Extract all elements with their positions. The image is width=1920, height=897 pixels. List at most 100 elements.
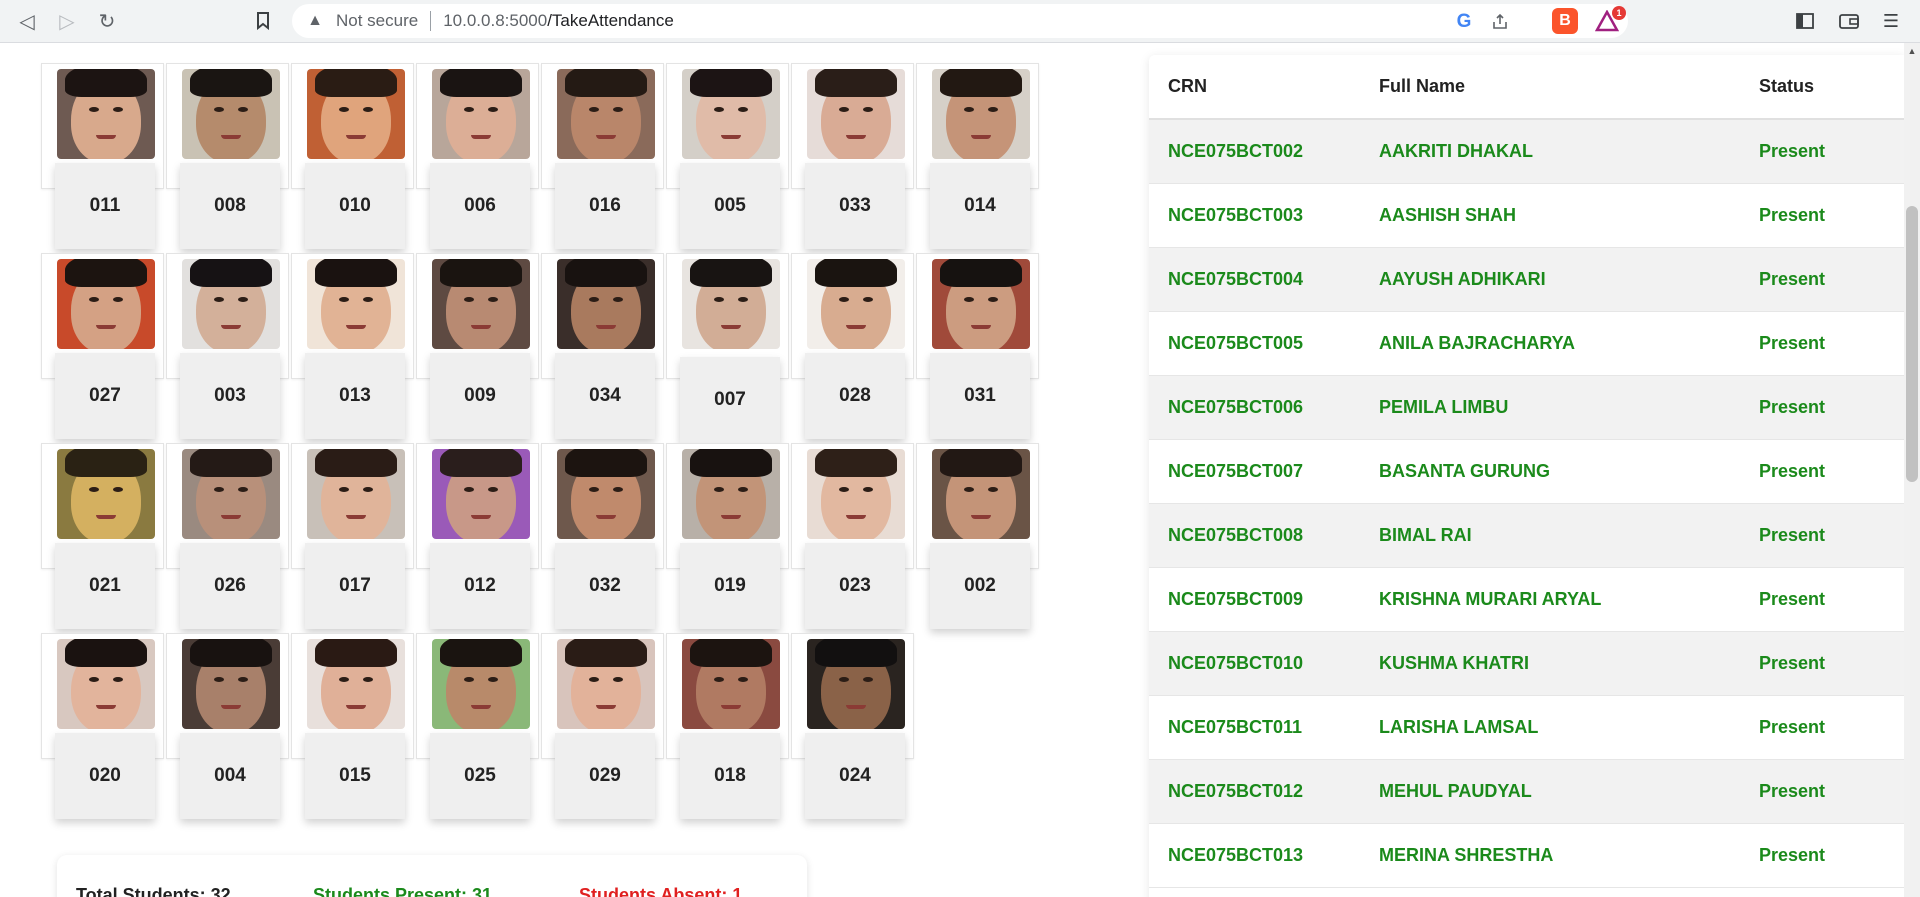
student-face-image: [307, 639, 405, 729]
status-cell: Present: [1759, 183, 1904, 248]
table-row: NCE075BCT011 LARISHA LAMSAL Present: [1149, 695, 1904, 760]
menu-icon[interactable]: ☰: [1878, 8, 1904, 34]
table-row: NCE075BCT003 AASHISH SHAH Present: [1149, 183, 1904, 248]
face-id-label: 012: [430, 543, 530, 629]
attendance-table-container: CRN Full Name Status NCE075BCT002 AAKRITI…: [1149, 55, 1904, 897]
table-row: NCE075BCT008 BIMAL RAI Present: [1149, 503, 1904, 568]
student-face-card: 017: [291, 443, 414, 633]
table-row: NCE075BCT009 KRISHNA MURARI ARYAL Present: [1149, 567, 1904, 632]
scroll-up-arrow-icon[interactable]: ▲: [1904, 43, 1920, 59]
security-label[interactable]: Not secure: [336, 11, 418, 31]
scrollbar-thumb[interactable]: [1906, 206, 1918, 482]
crn-cell: NCE075BCT006: [1149, 375, 1379, 440]
face-id-label: 011: [55, 163, 155, 249]
face-id-label: 009: [430, 353, 530, 439]
student-face-card: 013: [291, 253, 414, 443]
status-cell: Present: [1759, 759, 1904, 824]
full-name-cell: KRISHNA MURARI ARYAL: [1379, 567, 1759, 632]
student-face-card: 027: [41, 253, 164, 443]
student-face-image: [557, 639, 655, 729]
back-icon[interactable]: ◁: [12, 6, 42, 36]
full-name-cell: BIMAL RAI: [1379, 503, 1759, 568]
student-face-card: 008: [166, 63, 289, 253]
student-face-image: [807, 259, 905, 349]
browser-toolbar: ◁ ▷ ↻ ▲ Not secure 10.0.0.8:5000/TakeAtt…: [0, 0, 1920, 43]
full-name-cell: AAYUSH ADHIKARI: [1379, 247, 1759, 312]
student-face-image: [932, 69, 1030, 159]
attendance-summary: Total Students: 32 Students Present: 31 …: [57, 855, 807, 897]
student-face-image: [182, 259, 280, 349]
status-cell: Present: [1759, 119, 1904, 184]
face-id-label: 023: [805, 543, 905, 629]
student-face-image: [307, 69, 405, 159]
google-lens-icon[interactable]: G: [1452, 10, 1476, 34]
student-face-card: 009: [416, 253, 539, 443]
full-name-cell: PEMILA LIMBU: [1379, 375, 1759, 440]
student-face-image: [807, 449, 905, 539]
face-id-label: 006: [430, 163, 530, 249]
face-id-label: 027: [55, 353, 155, 439]
address-bar[interactable]: ▲ Not secure 10.0.0.8:5000/TakeAttendanc…: [292, 4, 1628, 38]
student-face-image: [57, 259, 155, 349]
crn-cell: NCE075BCT005: [1149, 311, 1379, 376]
student-face-card: 007: [666, 253, 789, 443]
face-id-label: 014: [930, 163, 1030, 249]
url-path: /TakeAttendance: [547, 11, 674, 30]
bookmark-icon[interactable]: [248, 6, 278, 36]
student-face-image: [682, 259, 780, 349]
student-face-image: [432, 259, 530, 349]
crn-cell: NCE075BCT011: [1149, 695, 1379, 760]
full-name-cell: LARISHA LAMSAL: [1379, 695, 1759, 760]
crn-cell: NCE075BCT010: [1149, 631, 1379, 696]
crn-cell: NCE075BCT007: [1149, 439, 1379, 504]
status-cell: Present: [1759, 567, 1904, 632]
status-column-header: Status: [1759, 55, 1904, 120]
forward-icon[interactable]: ▷: [52, 6, 82, 36]
table-row: NCE075BCT005 ANILA BAJRACHARYA Present: [1149, 311, 1904, 376]
face-id-label: 029: [555, 733, 655, 819]
face-id-label: 004: [180, 733, 280, 819]
student-face-card: 021: [41, 443, 164, 633]
student-face-image: [57, 449, 155, 539]
face-id-label: 019: [680, 543, 780, 629]
student-face-card: 018: [666, 633, 789, 823]
student-face-image: [557, 259, 655, 349]
brave-shields-icon[interactable]: B: [1552, 8, 1578, 34]
crn-cell: NCE075BCT003: [1149, 183, 1379, 248]
student-face-card: 003: [166, 253, 289, 443]
face-id-label: 032: [555, 543, 655, 629]
student-face-image: [932, 259, 1030, 349]
students-absent: Students Absent: 1: [579, 885, 743, 897]
url-text[interactable]: 10.0.0.8:5000/TakeAttendance: [443, 11, 674, 31]
warning-icon[interactable]: ▲: [306, 12, 324, 30]
student-face-image: [682, 69, 780, 159]
status-cell: Present: [1759, 375, 1904, 440]
sidebar-icon[interactable]: [1792, 8, 1818, 34]
crn-cell: NCE075BCT009: [1149, 567, 1379, 632]
student-face-image: [432, 69, 530, 159]
student-face-image: [57, 69, 155, 159]
face-id-label: 025: [430, 733, 530, 819]
table-row: NCE075BCT004 AAYUSH ADHIKARI Present: [1149, 247, 1904, 312]
student-face-image: [57, 639, 155, 729]
student-face-image: [182, 639, 280, 729]
reload-icon[interactable]: ↻: [92, 6, 122, 36]
wallet-icon[interactable]: [1836, 8, 1862, 34]
student-face-card: 031: [916, 253, 1039, 443]
student-face-image: [682, 639, 780, 729]
full-name-cell: ANILA BAJRACHARYA: [1379, 311, 1759, 376]
omnibox-divider: [430, 11, 432, 31]
share-icon[interactable]: [1488, 10, 1512, 34]
face-id-label: 020: [55, 733, 155, 819]
student-face-image: [432, 639, 530, 729]
student-face-card: 011: [41, 63, 164, 253]
student-face-card: 023: [791, 443, 914, 633]
full-name-cell: AASHISH SHAH: [1379, 183, 1759, 248]
brave-rewards-icon[interactable]: 1: [1594, 6, 1626, 34]
student-face-image: [682, 449, 780, 539]
student-face-card: 002: [916, 443, 1039, 633]
page-scrollbar[interactable]: ▲: [1904, 43, 1920, 897]
status-cell: Present: [1759, 439, 1904, 504]
student-face-card: 010: [291, 63, 414, 253]
student-face-image: [557, 449, 655, 539]
